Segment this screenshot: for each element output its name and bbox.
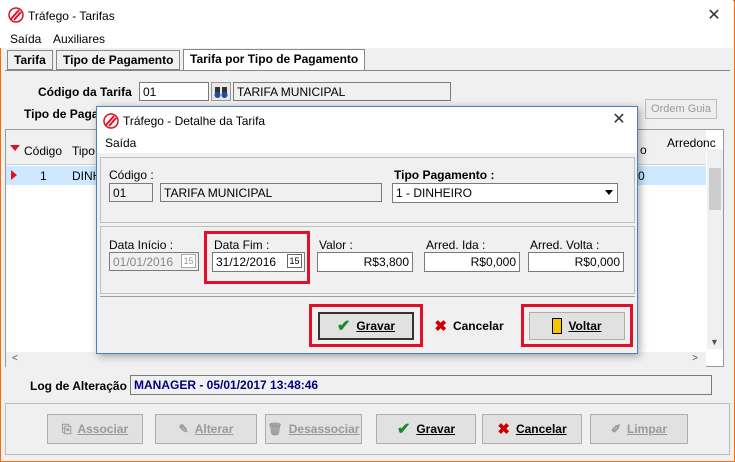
- valor-label: Valor :: [319, 238, 353, 252]
- x-icon: ✖: [434, 318, 447, 335]
- log-value: MANAGER - 05/01/2017 13:48:46: [130, 375, 712, 395]
- row-tail: 0: [638, 169, 645, 183]
- associar-icon: ⎘: [61, 421, 72, 436]
- dialog-logo-icon: [103, 113, 119, 129]
- arred-ida-input[interactable]: R$0,000: [424, 252, 520, 272]
- grid-header-codigo[interactable]: Código: [24, 144, 62, 158]
- menu-auxiliares[interactable]: Auxiliares: [53, 32, 105, 46]
- window-title: Tráfego - Tarifas: [28, 9, 115, 23]
- search-tarifa-button[interactable]: [211, 82, 231, 101]
- app-logo-icon: [8, 7, 24, 23]
- tab-divider: [5, 70, 730, 71]
- arred-volta-input[interactable]: R$0,000: [528, 252, 624, 272]
- data-fim-value: 31/12/2016: [216, 255, 277, 269]
- data-inicio-value: 01/01/2016: [113, 255, 174, 269]
- alterar-button[interactable]: ✎ Alterar: [155, 414, 257, 444]
- ordem-guia-button[interactable]: Ordem Guia: [645, 99, 717, 119]
- desassociar-button[interactable]: 🗑 Desassociar: [265, 414, 362, 444]
- dialog-title: Tráfego - Detalhe da Tarifa: [123, 114, 266, 128]
- vertical-scroll-thumb[interactable]: [709, 168, 721, 210]
- tarifa-name-field: TARIFA MUNICIPAL: [233, 82, 451, 101]
- codigo-tarifa-input[interactable]: 01: [139, 82, 209, 101]
- data-inicio-label: Data Início :: [109, 238, 174, 252]
- tipo-pagamento-value: 1 - DINHEIRO: [396, 186, 473, 200]
- grid-header-partial: o: [640, 143, 647, 157]
- arred-ida-label: Arred. Ida :: [426, 238, 486, 252]
- dialog-tipo-pagamento-label: Tipo Pagamento :: [394, 168, 495, 182]
- valor-input[interactable]: R$3,800: [317, 252, 413, 272]
- dialog-menu-bar: Saída: [97, 133, 637, 153]
- arred-volta-label: Arred. Volta :: [530, 238, 600, 252]
- door-exit-icon: [552, 318, 563, 334]
- dialog-tipo-pagamento-select[interactable]: 1 - DINHEIRO: [392, 183, 618, 203]
- row-pointer-icon: [11, 170, 17, 180]
- dialog-close-icon[interactable]: ✕: [611, 112, 627, 128]
- data-fim-label: Data Fim :: [214, 238, 270, 252]
- grid-header-arredonda[interactable]: Arredonc: [667, 136, 716, 150]
- edit-icon: ✎: [178, 422, 189, 436]
- binoculars-icon: [214, 87, 228, 98]
- menu-bar: Saída Auxiliares: [0, 30, 733, 48]
- title-bar: Tráfego - Tarifas ✕: [0, 0, 733, 30]
- menu-saida[interactable]: Saída: [10, 32, 41, 46]
- scroll-left-icon[interactable]: <: [12, 353, 18, 364]
- detalhe-tarifa-dialog: Tráfego - Detalhe da Tarifa ✕ Saída Códi…: [96, 106, 638, 354]
- dialog-cancelar-button[interactable]: ✖ Cancelar: [426, 312, 512, 340]
- scroll-right-icon[interactable]: >: [692, 353, 698, 364]
- tipo-pagamento-label: Tipo de Paga: [24, 107, 99, 121]
- log-label: Log de Alteração: [30, 379, 127, 393]
- trash-icon: 🗑: [267, 422, 283, 436]
- x-icon: ✖: [497, 421, 510, 438]
- dialog-menu-saida[interactable]: Saída: [105, 136, 136, 150]
- dialog-tarifa-name-field: TARIFA MUNICIPAL: [160, 183, 382, 202]
- sort-indicator-icon: [10, 145, 20, 151]
- data-fim-input[interactable]: 31/12/2016 15: [212, 252, 305, 272]
- close-icon[interactable]: ✕: [706, 8, 722, 24]
- associar-button[interactable]: ⎘ Associar: [47, 414, 143, 444]
- check-icon: ✔: [396, 421, 411, 438]
- data-inicio-input[interactable]: 01/01/2016 15: [109, 252, 199, 271]
- limpar-button[interactable]: ✐ Limpar: [590, 414, 688, 444]
- dialog-voltar-button[interactable]: Voltar: [529, 312, 625, 340]
- scroll-down-icon[interactable]: ▼: [710, 337, 719, 347]
- eraser-icon: ✐: [610, 422, 622, 436]
- dialog-title-bar: Tráfego - Detalhe da Tarifa ✕: [97, 107, 637, 133]
- tab-tarifa[interactable]: Tarifa: [7, 50, 53, 70]
- horizontal-scrollbar[interactable]: [6, 352, 706, 367]
- dialog-separator: [100, 296, 635, 297]
- gravar-button[interactable]: ✔ Gravar: [376, 414, 476, 444]
- grid-header-tipo[interactable]: Tipo: [72, 144, 95, 158]
- cancelar-button[interactable]: ✖ Cancelar: [482, 414, 582, 444]
- chevron-down-icon[interactable]: [605, 190, 613, 195]
- check-icon: ✔: [336, 318, 351, 335]
- tab-tipo-pagamento[interactable]: Tipo de Pagamento: [56, 50, 181, 70]
- dialog-gravar-button[interactable]: ✔ Gravar: [318, 312, 414, 340]
- dialog-codigo-label: Código :: [109, 168, 154, 182]
- tab-tarifa-por-tipo[interactable]: Tarifa por Tipo de Pagamento: [183, 49, 366, 70]
- calendar-icon[interactable]: 15: [181, 254, 196, 268]
- calendar-icon[interactable]: 15: [287, 254, 302, 268]
- dialog-codigo-field: 01: [109, 183, 153, 202]
- codigo-tarifa-label: Código da Tarifa: [38, 85, 132, 99]
- row-codigo: 1: [40, 169, 47, 183]
